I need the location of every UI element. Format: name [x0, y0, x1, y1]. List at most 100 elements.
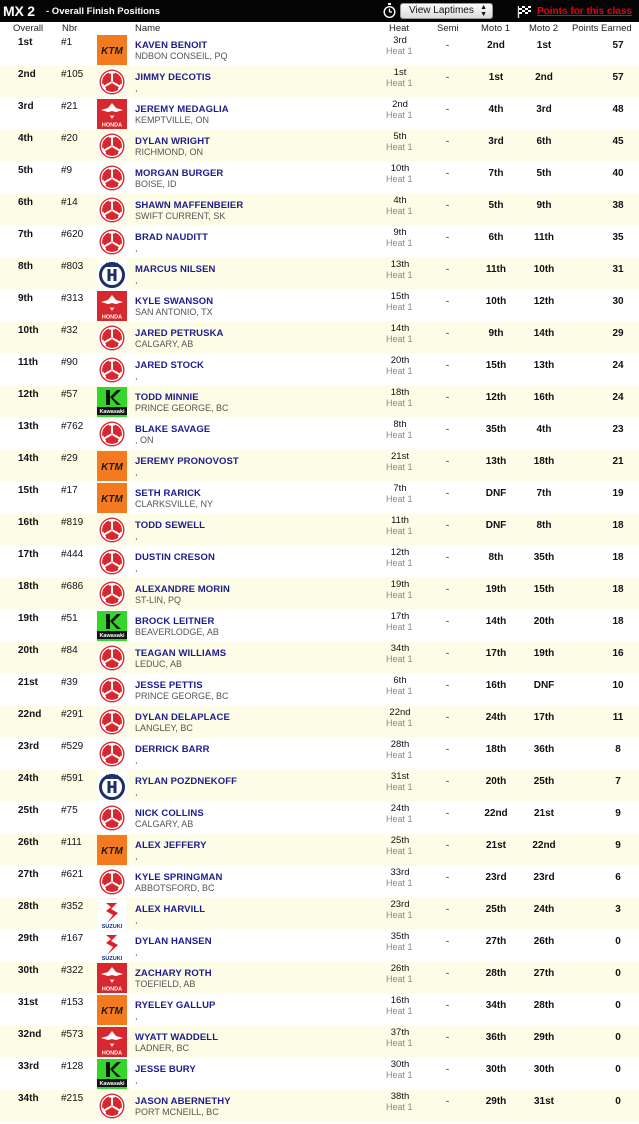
rider-name-link[interactable]: JEREMY MEDAGLIA — [135, 104, 229, 115]
rider-hometown: LADNER, BC — [135, 1043, 190, 1053]
overall-position: 5th — [18, 165, 33, 176]
rider-number: #1 — [61, 37, 73, 48]
rider-name-link[interactable]: KYLE SPRINGMAN — [135, 872, 222, 883]
heat-label: Heat 1 — [386, 494, 413, 504]
points-earned: 23 — [612, 424, 624, 435]
rider-name-link[interactable]: ZACHARY ROTH — [135, 968, 212, 979]
rider-name-link[interactable]: SHAWN MAFFENBEIER — [135, 200, 243, 211]
heat-label: Heat 1 — [386, 1038, 413, 1048]
rider-name-link[interactable]: KYLE SWANSON — [135, 296, 213, 307]
rider-number: #111 — [61, 837, 82, 848]
col-moto1: Moto 1 — [481, 23, 511, 34]
yamaha-logo-icon — [97, 131, 127, 161]
rider-hometown: CLARKSVILLE, NY — [135, 499, 214, 509]
heat-result: 21st — [391, 451, 409, 462]
overall-position: 13th — [18, 421, 39, 432]
rider-name-link[interactable]: TEAGAN WILLIAMS — [135, 648, 226, 659]
col-overall: Overall — [13, 23, 44, 34]
overall-position: 18th — [18, 581, 39, 592]
rider-name-link[interactable]: BROCK LEITNER — [135, 616, 214, 627]
heat-label: Heat 1 — [386, 462, 413, 472]
rider-number: #803 — [61, 261, 84, 272]
rider-number: #313 — [61, 293, 84, 304]
moto2-result: 23rd — [533, 872, 555, 883]
overall-position: 12th — [18, 389, 39, 400]
rider-hometown: , — [135, 275, 138, 285]
moto2-result: DNF — [533, 680, 555, 691]
rider-name-link[interactable]: JEREMY PRONOVOST — [135, 456, 239, 467]
points-earned: 57 — [612, 40, 624, 51]
rider-name-link[interactable]: SETH RARICK — [135, 488, 201, 499]
semi-result: - — [446, 936, 450, 947]
rider-name-link[interactable]: DUSTIN CRESON — [135, 552, 215, 563]
rider-name-link[interactable]: JARED PETRUSKA — [135, 328, 224, 339]
view-laptimes-select-label: View Laptimes — [409, 5, 474, 16]
rider-name-link[interactable]: BLAKE SAVAGE — [135, 424, 210, 435]
moto1-result: 20th — [485, 776, 507, 787]
moto1-result: 11th — [485, 264, 506, 275]
semi-result: - — [446, 200, 450, 211]
points-earned: 18 — [612, 520, 624, 531]
semi-result: - — [446, 72, 450, 83]
heat-label: Heat 1 — [386, 654, 413, 664]
ktm-logo-icon: KTM — [97, 35, 127, 65]
points-earned: 24 — [612, 360, 624, 371]
semi-result: - — [446, 456, 450, 467]
rider-name-link[interactable]: DYLAN WRIGHT — [135, 136, 210, 147]
moto2-result: 20th — [533, 616, 555, 627]
overall-position: 26th — [18, 837, 39, 848]
table-row: 32nd #573 HONDA WYATT WADDELL LADNER, BC 37th… — [0, 1026, 639, 1058]
rider-name-link[interactable]: JESSE BURY — [135, 1064, 196, 1075]
semi-result: - — [446, 168, 450, 179]
rider-name-link[interactable]: JESSE PETTIS — [135, 680, 203, 691]
table-row: 20th #84 TEAGAN WILLIAMS LEDUC, AB 34th Heat … — [0, 642, 639, 674]
svg-text:HONDA: HONDA — [102, 1051, 122, 1057]
rider-name-link[interactable]: JIMMY DECOTIS — [135, 72, 211, 83]
rider-name-link[interactable]: DERRICK BARR — [135, 744, 210, 755]
table-row: 3rd #21 HONDA JEREMY MEDAGLIA KEMPTVILLE, ON… — [0, 98, 639, 130]
moto2-result: 7th — [536, 488, 552, 499]
heat-label: Heat 1 — [386, 366, 413, 376]
rider-name-link[interactable]: WYATT WADDELL — [135, 1032, 218, 1043]
rider-name-link[interactable]: JARED STOCK — [135, 360, 204, 371]
checkered-flag-icon — [517, 6, 531, 18]
view-laptimes-select[interactable]: View Laptimes ▲ ▼ — [400, 3, 493, 19]
semi-result: - — [446, 1096, 450, 1107]
rider-number: #84 — [61, 645, 78, 656]
overall-position: 6th — [18, 197, 33, 208]
heat-label: Heat 1 — [386, 142, 413, 152]
heat-label: Heat 1 — [386, 558, 413, 568]
rider-name-link[interactable]: NICK COLLINS — [135, 808, 204, 819]
rider-name-link[interactable]: ALEXANDRE MORIN — [135, 584, 230, 595]
semi-result: - — [446, 40, 450, 51]
suzuki-logo-icon: SUZUKI — [97, 931, 127, 961]
rider-name-link[interactable]: MARCUS NILSEN — [135, 264, 215, 275]
rider-name-link[interactable]: DYLAN DELAPLACE — [135, 712, 230, 723]
svg-text:KTM: KTM — [101, 494, 123, 505]
rider-hometown: KEMPTVILLE, ON — [135, 115, 210, 125]
rider-name-link[interactable]: ALEX HARVILL — [135, 904, 205, 915]
rider-name-link[interactable]: JASON ABERNETHY — [135, 1096, 231, 1107]
rider-name-link[interactable]: TODD SEWELL — [135, 520, 205, 531]
moto2-result: 26th — [533, 936, 555, 947]
rider-name-link[interactable]: ALEX JEFFERY — [135, 840, 207, 851]
rider-name-link[interactable]: RYELEY GALLUP — [135, 1000, 215, 1011]
rider-name-link[interactable]: BRAD NAUDITT — [135, 232, 208, 243]
semi-result: - — [446, 328, 450, 339]
rider-hometown: PRINCE GEORGE, BC — [135, 691, 229, 701]
rider-name-link[interactable]: RYLAN POZDNEKOFF — [135, 776, 237, 787]
moto2-result: 9th — [536, 200, 552, 211]
honda-logo-icon: HONDA — [97, 963, 127, 993]
rider-name-link[interactable]: TODD MINNIE — [135, 392, 199, 403]
moto1-result: 21st — [485, 840, 506, 851]
moto2-result: 14th — [533, 328, 555, 339]
points-for-class-link[interactable]: Points for this class — [537, 6, 632, 17]
semi-result: - — [446, 1000, 450, 1011]
rider-name-link[interactable]: MORGAN BURGER — [135, 168, 223, 179]
yamaha-logo-icon — [97, 67, 127, 97]
rider-name-link[interactable]: DYLAN HANSEN — [135, 936, 212, 947]
heat-result: 13th — [390, 259, 410, 270]
semi-result: - — [446, 904, 450, 915]
overall-position: 16th — [18, 517, 39, 528]
rider-name-link[interactable]: KAVEN BENOIT — [135, 40, 207, 51]
